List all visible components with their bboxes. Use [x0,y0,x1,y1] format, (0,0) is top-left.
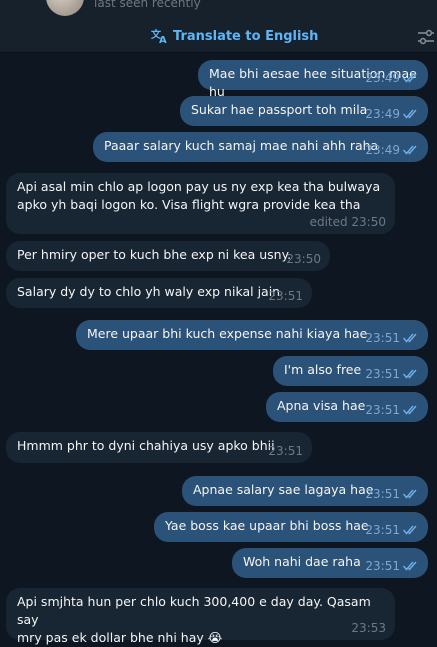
message-bubble-outgoing[interactable]: Apnae salary sae lagaya hae 23:51 [182,476,428,506]
message-bubble-incoming[interactable]: Api asal min chlo ap logon pay us ny exp… [6,173,395,234]
message-time: 23:51 [365,523,400,537]
message-time: 23:49 [365,71,400,85]
message-bubble-outgoing[interactable]: Mere upaar bhi kuch expense nahi kiaya h… [76,320,428,350]
double-check-icon [403,561,417,571]
message-meta: 23:50 [286,250,321,268]
contact-avatar[interactable] [46,0,84,16]
message-time: 23:51 [365,331,400,345]
double-check-icon [403,145,417,155]
message-meta: 23:51 [365,557,419,575]
double-check-icon [403,109,417,119]
svg-text:A: A [159,35,167,44]
double-check-icon [403,525,417,535]
message-meta: 23:51 [365,329,419,347]
translate-label: Translate to English [173,28,319,44]
message-text: I'm also free [284,362,362,377]
message-time: 23:53 [351,621,386,635]
chat-header: last seen recently [0,0,437,23]
message-time: 23:50 [286,252,321,266]
message-text: Salary dy dy to chlo yh waly exp nikal j… [17,284,281,299]
message-meta: 23:51 [268,442,303,460]
message-bubble-outgoing[interactable]: Sukar hae passport toh mila 23:49 [180,96,428,126]
message-time: 23:51 [268,289,303,303]
message-meta: 23:51 [268,287,303,305]
double-check-icon [403,405,417,415]
double-check-icon [403,369,417,379]
translate-bar: 文 A Translate to English [0,22,437,53]
message-time: edited 23:50 [309,215,386,229]
message-bubble-outgoing[interactable]: Yae boss kae upaar bhi boss hae 23:51 [154,512,428,542]
message-bubble-outgoing[interactable]: Woh nahi dae raha 23:51 [232,548,428,578]
message-bubble-outgoing[interactable]: Paaar salary kuch samaj mae nahi ahh rah… [93,132,428,162]
message-bubble-outgoing[interactable]: I'm also free 23:51 [273,356,428,386]
message-bubble-incoming[interactable]: Api smjhta hun per chlo kuch 300,400 e d… [6,588,395,645]
message-bubble-outgoing[interactable]: Apna visa hae 23:51 [266,392,428,422]
message-text: Woh nahi dae raha [243,554,361,569]
message-bubble-incoming[interactable]: Salary dy dy to chlo yh waly exp nikal j… [6,278,312,308]
message-meta: 23:49 [365,105,419,123]
message-text: Sukar hae passport toh mila [191,102,368,117]
message-text: Apna visa hae [277,398,366,413]
message-bubble-outgoing[interactable]: Mae bhi aesae hee situation mae hu 23:49 [198,60,428,99]
message-meta: 23:53 [351,619,386,637]
message-meta: 23:51 [365,365,419,383]
message-meta: 23:49 [365,141,419,159]
last-seen-status: last seen recently [94,0,201,10]
message-text: Apnae salary sae lagaya hae [193,482,374,497]
message-meta: edited 23:50 [310,213,386,231]
message-text: Api asal min chlo ap logon pay us ny exp… [17,179,381,212]
message-meta: 23:51 [365,401,419,419]
message-time: 23:51 [365,367,400,381]
message-time: 23:51 [365,559,400,573]
message-time: 23:49 [365,107,400,121]
translate-icon: 文 A [151,28,167,44]
message-time: 23:51 [365,487,400,501]
translate-button[interactable]: 文 A Translate to English [151,28,318,44]
double-check-icon [403,73,417,83]
message-time: 23:51 [365,403,400,417]
filter-settings-icon[interactable] [417,28,435,46]
message-time: 23:51 [268,444,303,458]
message-bubble-incoming[interactable]: Per hmiry oper to kuch bhe exp ni kea us… [6,241,330,271]
double-check-icon [403,333,417,343]
message-bubble-incoming[interactable]: Hmmm phr to dyni chahiya usy apko bhii 2… [6,432,312,463]
message-text: Mere upaar bhi kuch expense nahi kiaya h… [87,326,368,341]
message-text: Yae boss kae upaar bhi boss hae [165,518,369,533]
message-meta: 23:49 [365,69,419,87]
message-text: Per hmiry oper to kuch bhe exp ni kea us… [17,247,292,262]
message-text: Api smjhta hun per chlo kuch 300,400 e d… [17,594,371,645]
message-meta: 23:51 [365,521,419,539]
message-time: 23:49 [365,143,400,157]
message-text: Hmmm phr to dyni chahiya usy apko bhii [17,438,275,453]
message-text: Paaar salary kuch samaj mae nahi ahh rah… [104,138,379,153]
double-check-icon [403,489,417,499]
message-meta: 23:51 [365,485,419,503]
